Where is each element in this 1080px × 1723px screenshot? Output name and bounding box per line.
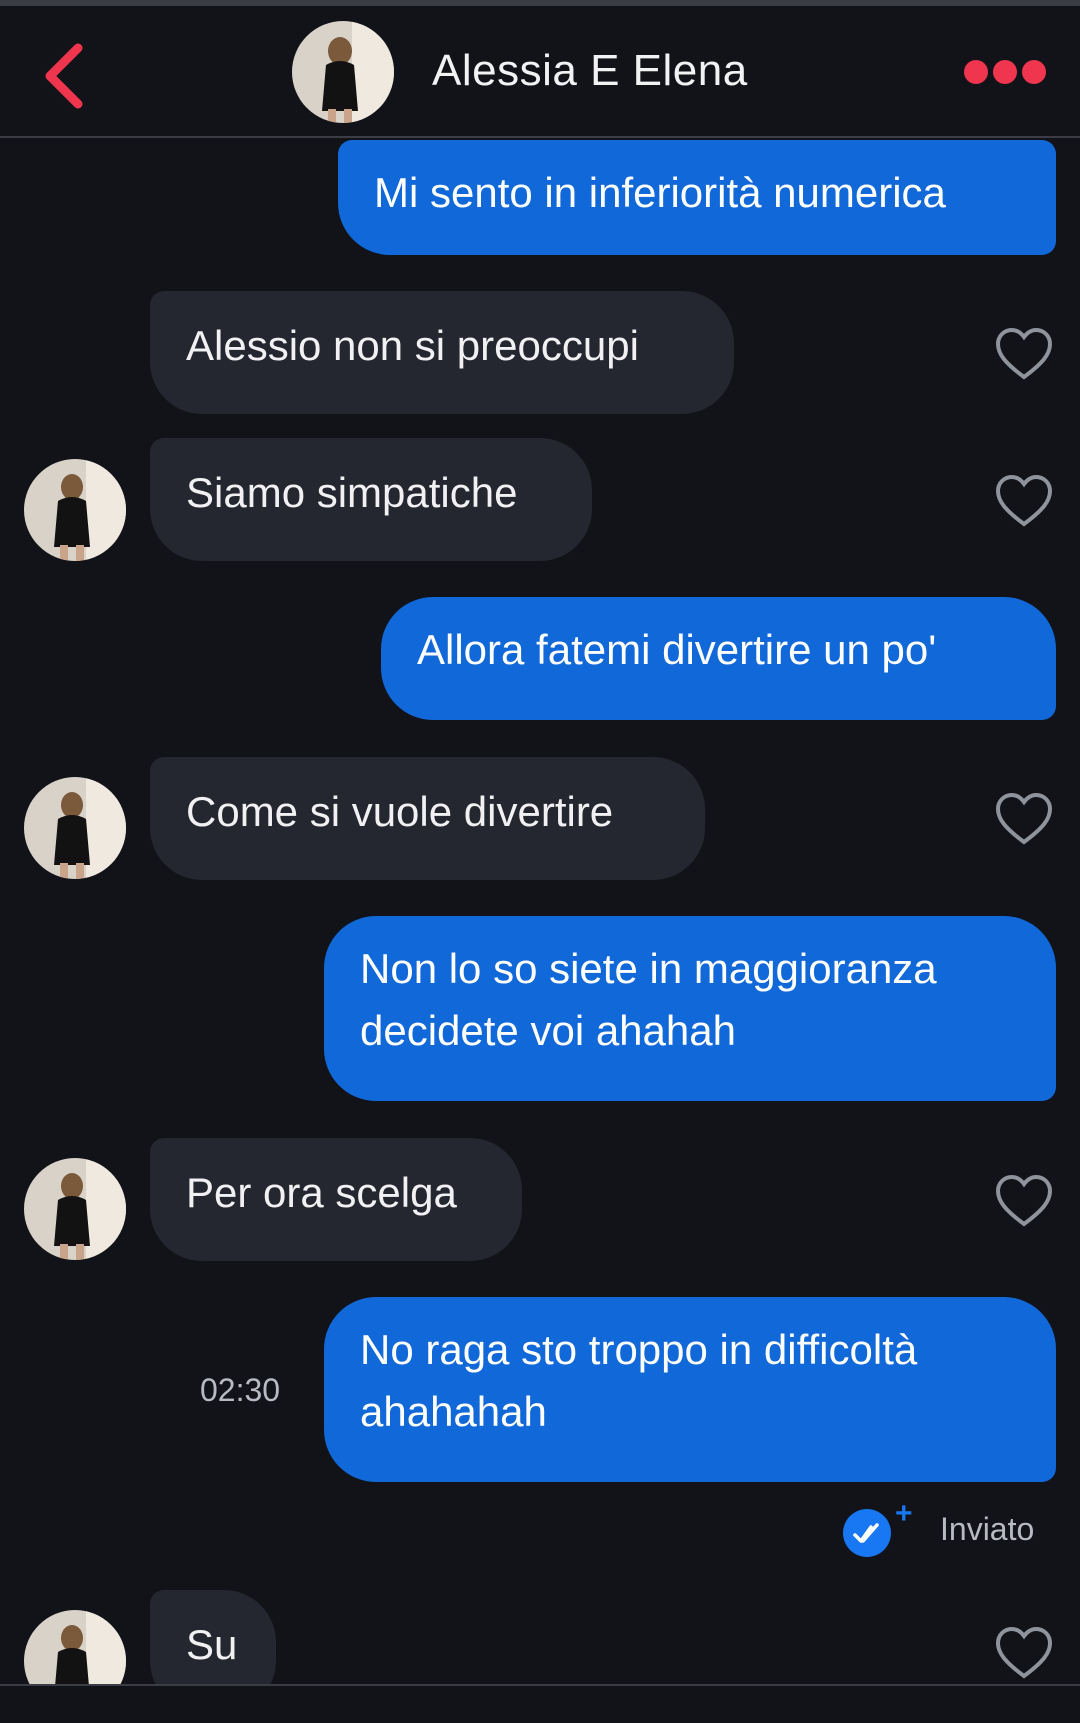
- incoming-message[interactable]: Come si vuole divertire: [150, 757, 705, 880]
- message-text: Allora fatemi divertire un po': [417, 626, 937, 673]
- contact-avatar[interactable]: [292, 21, 394, 123]
- like-button[interactable]: [995, 474, 1053, 528]
- incoming-message[interactable]: Alessio non si preoccupi: [150, 291, 734, 414]
- outgoing-message[interactable]: Mi sento in inferiorità numerica: [338, 140, 1056, 255]
- double-check-icon: [843, 1509, 891, 1557]
- incoming-message[interactable]: Per ora scelga: [150, 1138, 522, 1261]
- plus-icon: +: [895, 1497, 913, 1530]
- heart-icon: [995, 792, 1053, 845]
- like-button[interactable]: [995, 327, 1053, 381]
- message-text: Come si vuole divertire: [186, 788, 614, 835]
- message-text: Su: [186, 1621, 238, 1668]
- more-dots-icon: [964, 60, 988, 84]
- composer-area: [0, 1686, 1080, 1723]
- chat-title: Alessia E Elena: [432, 46, 748, 95]
- outgoing-message[interactable]: No raga sto troppo in difficoltà ahahaha…: [324, 1297, 1056, 1482]
- heart-icon: [995, 327, 1053, 380]
- outgoing-message[interactable]: Non lo so siete in maggioranza decidete …: [324, 916, 1056, 1101]
- sender-avatar[interactable]: [24, 777, 126, 879]
- more-options-button[interactable]: [964, 50, 1058, 94]
- like-button[interactable]: [995, 1626, 1053, 1680]
- message-text: Non lo so siete in maggioranza decidete …: [360, 945, 937, 1054]
- message-status: + Inviato: [843, 1497, 1043, 1559]
- sender-avatar[interactable]: [24, 1158, 126, 1260]
- message-text: Mi sento in inferiorità numerica: [374, 169, 946, 216]
- chevron-left-icon: [45, 43, 83, 109]
- message-text: Alessio non si preoccupi: [186, 322, 639, 369]
- heart-icon: [995, 474, 1053, 527]
- sender-avatar[interactable]: [24, 459, 126, 561]
- like-button[interactable]: [995, 1174, 1053, 1228]
- message-timestamp: 02:30: [200, 1372, 281, 1408]
- incoming-message[interactable]: Siamo simpatiche: [150, 438, 592, 561]
- outgoing-message[interactable]: Allora fatemi divertire un po': [381, 597, 1056, 720]
- message-text: Siamo simpatiche: [186, 469, 518, 516]
- back-button[interactable]: [38, 36, 98, 116]
- chat-header: Alessia E Elena: [0, 6, 1080, 138]
- message-text: Per ora scelga: [186, 1169, 457, 1216]
- heart-icon: [995, 1626, 1053, 1679]
- like-button[interactable]: [995, 792, 1053, 846]
- heart-icon: [995, 1174, 1053, 1227]
- message-text: No raga sto troppo in difficoltà ahahaha…: [360, 1326, 918, 1435]
- status-text: Inviato: [940, 1511, 1035, 1547]
